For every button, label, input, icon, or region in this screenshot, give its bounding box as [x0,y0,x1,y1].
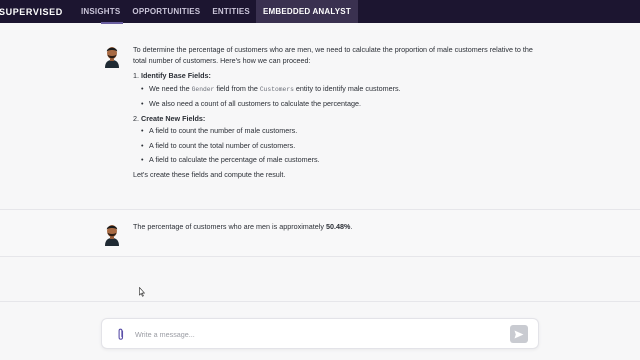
text-fragment: We need the [149,83,190,93]
list-item: A field to count the total number of cus… [141,141,533,152]
message-intro: To determine the percentage of customers… [133,45,533,65]
result-value: 50.48% [325,222,351,231]
step-2-list: A field to count the number of male cust… [141,126,533,166]
step-2-title: Create New Fields: [141,113,206,123]
nav-embedded-analyst[interactable]: EMBEDDED ANALYST [255,0,358,23]
list-item: A field to count the number of male cust… [141,126,533,137]
conversation-empty-space [0,258,640,302]
list-item: A field to calculate the percentage of m… [141,155,533,166]
send-icon [514,330,524,338]
paperclip-icon[interactable] [116,328,126,341]
step-2: 2. Create New Fields: [133,114,533,125]
step-1: 1. Identify Base Fields: [133,71,533,82]
result-text: The percentage of customers who are men … [133,222,324,231]
main-nav: INSIGHTS OPPORTUNITIES ENTITIES EMBEDDED… [75,0,358,23]
text-fragment: entity to identify male customers. [295,83,401,93]
avatar-icon [105,225,119,246]
inline-code-gender: Gender [191,85,215,93]
send-button[interactable] [510,325,528,343]
list-item: We need the Gender field from the Custom… [141,84,533,96]
mouse-cursor-icon [139,287,145,297]
step-1-list: We need the Gender field from the Custom… [141,84,533,110]
message-outro: Let's create these fields and compute th… [133,169,286,179]
nav-entities[interactable]: ENTITIES [206,0,256,23]
avatar-icon [105,47,119,68]
list-item: We also need a count of all customers to… [141,99,533,110]
message-content: The percentage of customers who are men … [133,222,533,233]
message-input[interactable] [135,328,495,341]
step-1-title: Identify Base Fields: [141,71,211,80]
nav-opportunities[interactable]: OPPORTUNITIES [126,0,206,23]
top-navigation-bar: SUPERVISED INSIGHTS OPPORTUNITIES ENTITI… [0,0,640,23]
brand-logo-text[interactable]: SUPERVISED [0,7,75,17]
assistant-message-plan: To determine the percentage of customers… [0,24,640,210]
step-2-number: 2. [133,113,139,123]
inline-code-customers: Customers [259,85,294,93]
message-composer [101,318,539,349]
step-1-number: 1. [133,71,139,80]
message-content: To determine the percentage of customers… [133,45,533,185]
text-fragment: field from the [216,83,258,93]
assistant-message-result: The percentage of customers who are men … [0,210,640,257]
result-suffix: . [350,222,353,231]
nav-insights[interactable]: INSIGHTS [75,0,126,23]
